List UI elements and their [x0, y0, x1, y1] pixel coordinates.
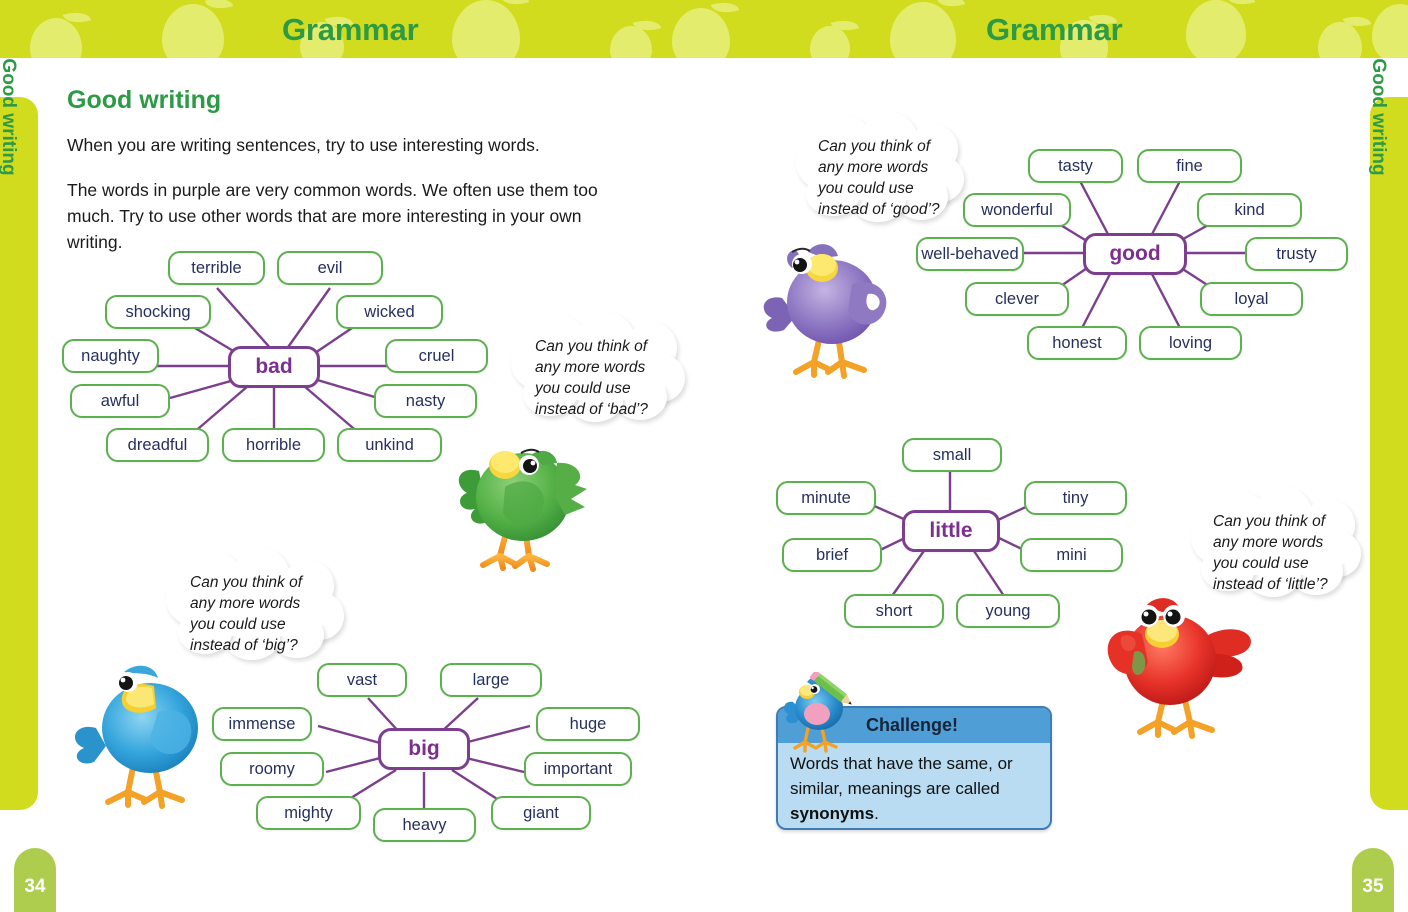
cloud-bad-line-2: any more words [535, 359, 646, 376]
cloud-big-line-2: any more words [190, 595, 301, 612]
web-big-node-giant: giant [491, 796, 591, 830]
cloud-bad-line-3: you could use [535, 380, 631, 397]
web-big-node-mighty: mighty [256, 796, 361, 830]
page-number-right: 35 [1352, 848, 1394, 912]
cloud-good-line-2: any more words [818, 159, 929, 176]
challenge-bird [781, 672, 861, 754]
web-little-node-brief: brief [782, 538, 882, 572]
web-big-node-huge: huge [536, 707, 640, 741]
challenge-line-2: similar, meanings are called [790, 779, 1000, 798]
red-bird [1098, 578, 1273, 743]
cloud-good-line-3: you could use [818, 180, 914, 197]
web-little-node-minute: minute [776, 481, 876, 515]
web-big-node-heavy: heavy [373, 808, 476, 842]
cloud-bad-line-4: instead of ‘bad’? [535, 401, 648, 418]
cloud-bad-line-1: Can you think of [535, 338, 648, 355]
web-big-node-important: important [524, 752, 632, 786]
challenge-line-1: Words that have the same, or [790, 754, 1013, 773]
web-little-center: little [902, 510, 1000, 552]
cloud-big-line-4: instead of ‘big’? [190, 637, 298, 654]
cloud-good-line-4: instead of ‘good’? [818, 201, 940, 218]
web-little-node-young: young [956, 594, 1060, 628]
cloud-big-line-1: Can you think of [190, 574, 303, 591]
web-little-node-mini: mini [1020, 538, 1123, 572]
workbook-spread: Grammar Grammar Good writing Good writin… [0, 0, 1408, 912]
cloud-little-line-1: Can you think of [1213, 513, 1326, 530]
web-little-node-tiny: tiny [1024, 481, 1127, 515]
cloud-little-line-2: any more words [1213, 534, 1324, 551]
web-big-center: big [378, 728, 470, 770]
challenge-period: . [874, 804, 879, 823]
cloud-little-line-4: instead of ‘little’? [1213, 576, 1328, 593]
web-little-node-small: small [902, 438, 1002, 472]
challenge-bold-word: synonyms [790, 804, 875, 823]
web-big-node-immense: immense [212, 707, 312, 741]
cloud-little-line-3: you could use [1213, 555, 1309, 572]
cloud-good-line-1: Can you think of [818, 138, 931, 155]
web-little-node-short: short [844, 594, 944, 628]
web-big-node-roomy: roomy [220, 752, 324, 786]
challenge-body: Words that have the same, or similar, me… [778, 743, 1050, 828]
cloud-big-line-3: you could use [190, 616, 286, 633]
